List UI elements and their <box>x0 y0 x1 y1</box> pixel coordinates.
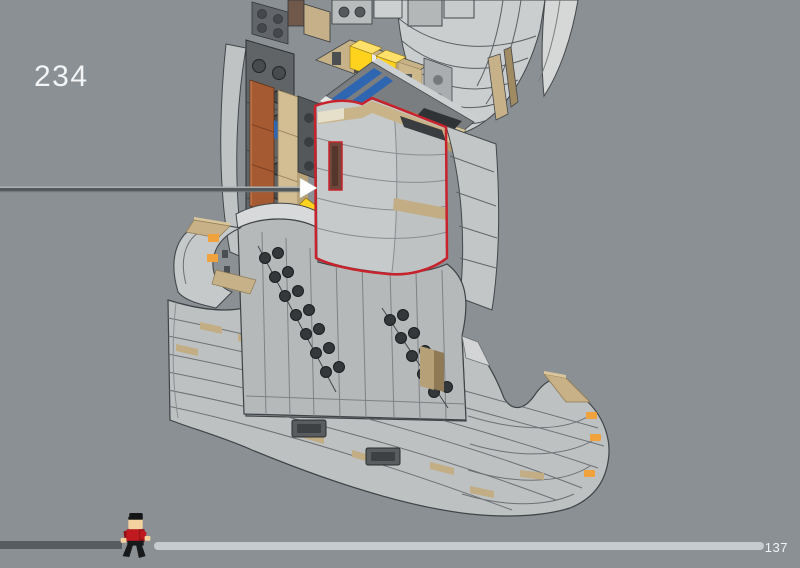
highlighted-part <box>315 98 447 274</box>
instruction-page: 234 137 <box>0 0 800 568</box>
guide-line <box>0 187 306 193</box>
model-render <box>0 0 800 568</box>
page-number: 137 <box>765 540 788 555</box>
part-opening <box>329 142 342 190</box>
top-bricks <box>252 0 402 44</box>
progress-track-remaining[interactable] <box>154 542 764 550</box>
minifig-progress-icon[interactable] <box>119 513 153 559</box>
progress-track-completed[interactable] <box>0 541 122 549</box>
step-number: 234 <box>34 62 89 92</box>
